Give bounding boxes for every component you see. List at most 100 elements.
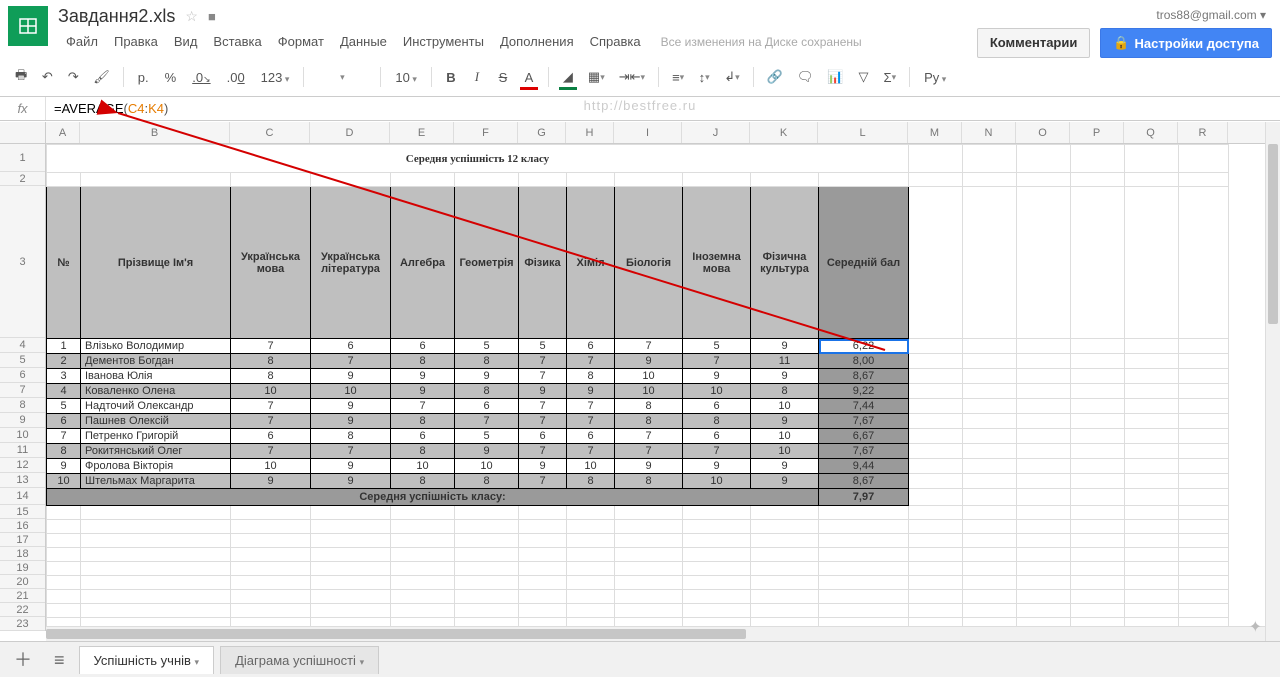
cell[interactable]: 6 bbox=[683, 399, 751, 414]
cell[interactable] bbox=[1125, 354, 1179, 369]
cell[interactable]: 6 bbox=[519, 429, 567, 444]
italic-button[interactable]: I bbox=[466, 65, 488, 89]
column-header[interactable]: A bbox=[46, 122, 80, 143]
cell[interactable] bbox=[1017, 414, 1071, 429]
cell[interactable] bbox=[909, 576, 963, 590]
cell[interactable] bbox=[81, 520, 231, 534]
cell[interactable] bbox=[1017, 562, 1071, 576]
cell[interactable]: 7 bbox=[519, 474, 567, 489]
cell[interactable] bbox=[519, 173, 567, 187]
cell[interactable]: 8 bbox=[615, 399, 683, 414]
cell[interactable] bbox=[311, 604, 391, 618]
cell[interactable] bbox=[963, 604, 1017, 618]
cell[interactable] bbox=[963, 384, 1017, 399]
cell[interactable]: 7 bbox=[567, 414, 615, 429]
cell[interactable] bbox=[231, 548, 311, 562]
cell[interactable] bbox=[81, 576, 231, 590]
row-header[interactable]: 19 bbox=[0, 561, 45, 575]
cell[interactable] bbox=[519, 520, 567, 534]
functions-button[interactable]: Σ bbox=[879, 66, 902, 89]
cell[interactable]: 7 bbox=[519, 444, 567, 459]
cell[interactable] bbox=[1125, 187, 1179, 339]
table-header-cell[interactable]: Алгебра bbox=[391, 187, 455, 339]
column-header[interactable]: M bbox=[908, 122, 962, 143]
cell[interactable] bbox=[1071, 534, 1125, 548]
cell[interactable] bbox=[567, 506, 615, 520]
cell[interactable] bbox=[1071, 429, 1125, 444]
cell[interactable] bbox=[819, 534, 909, 548]
link-button[interactable]: 🔗 bbox=[762, 65, 788, 89]
column-header[interactable]: N bbox=[962, 122, 1016, 143]
row-header[interactable]: 3 bbox=[0, 186, 45, 338]
cell[interactable] bbox=[455, 604, 519, 618]
cell[interactable] bbox=[683, 506, 751, 520]
cell[interactable] bbox=[1179, 384, 1229, 399]
cell[interactable] bbox=[963, 520, 1017, 534]
cell[interactable]: 9 bbox=[311, 399, 391, 414]
sheet-title-cell[interactable]: Середня успішність 12 класу bbox=[47, 145, 909, 173]
row-header[interactable]: 9 bbox=[0, 413, 45, 428]
cell[interactable] bbox=[751, 562, 819, 576]
cell[interactable] bbox=[311, 576, 391, 590]
cell[interactable] bbox=[47, 506, 81, 520]
table-header-cell[interactable]: Українська мова bbox=[231, 187, 311, 339]
cell[interactable] bbox=[909, 173, 963, 187]
cell[interactable] bbox=[1071, 548, 1125, 562]
star-icon[interactable]: ☆ bbox=[185, 8, 198, 25]
avg-cell[interactable]: 9,44 bbox=[819, 459, 909, 474]
cell[interactable] bbox=[391, 506, 455, 520]
cell[interactable] bbox=[1017, 339, 1071, 354]
cell[interactable] bbox=[963, 548, 1017, 562]
cell[interactable]: 10 bbox=[231, 459, 311, 474]
cell[interactable] bbox=[1179, 354, 1229, 369]
cell[interactable] bbox=[1179, 534, 1229, 548]
cell[interactable]: 8 bbox=[231, 354, 311, 369]
cell[interactable] bbox=[963, 187, 1017, 339]
cell[interactable] bbox=[751, 520, 819, 534]
explore-icon[interactable]: ✦ bbox=[1249, 617, 1262, 637]
cell[interactable]: 7 bbox=[231, 339, 311, 354]
cell[interactable] bbox=[1071, 384, 1125, 399]
cell[interactable] bbox=[819, 173, 909, 187]
cell[interactable] bbox=[231, 520, 311, 534]
cell[interactable] bbox=[567, 548, 615, 562]
avg-cell[interactable]: 6,67 bbox=[819, 429, 909, 444]
sheet-tab-active[interactable]: Успішність учнів bbox=[79, 646, 215, 674]
formula-input[interactable]: =AVERAGE(C4 : K4) bbox=[46, 97, 168, 120]
cell[interactable] bbox=[819, 576, 909, 590]
cell[interactable]: 9 bbox=[683, 369, 751, 384]
cell[interactable]: 5 bbox=[519, 339, 567, 354]
cell[interactable] bbox=[1179, 399, 1229, 414]
cell[interactable]: 8 bbox=[615, 414, 683, 429]
cell[interactable]: 10 bbox=[47, 474, 81, 489]
redo-icon[interactable]: ↷ bbox=[62, 65, 84, 89]
cell[interactable] bbox=[963, 444, 1017, 459]
percent-format-button[interactable]: % bbox=[159, 66, 183, 89]
cell[interactable]: 6 bbox=[567, 339, 615, 354]
cell[interactable] bbox=[1125, 474, 1179, 489]
cell[interactable] bbox=[519, 506, 567, 520]
decrease-decimal-button[interactable]: .0↘ bbox=[186, 66, 216, 89]
cell[interactable] bbox=[1017, 506, 1071, 520]
cell[interactable] bbox=[909, 506, 963, 520]
cell[interactable] bbox=[519, 562, 567, 576]
column-header[interactable]: F bbox=[454, 122, 518, 143]
cell[interactable] bbox=[519, 534, 567, 548]
avg-cell[interactable]: 8,00 bbox=[819, 354, 909, 369]
row-header[interactable]: 16 bbox=[0, 519, 45, 533]
spreadsheet-grid[interactable]: ABCDEFGHIJKLMNOPQR 123456789101112131415… bbox=[0, 122, 1280, 641]
all-sheets-button[interactable]: ≡ bbox=[46, 647, 73, 673]
cell[interactable]: 8 bbox=[231, 369, 311, 384]
cell[interactable]: 8 bbox=[455, 354, 519, 369]
cell[interactable] bbox=[819, 562, 909, 576]
print-icon[interactable]: 🖶 bbox=[10, 62, 32, 92]
font-size-dropdown[interactable]: 10 bbox=[389, 66, 423, 89]
cell[interactable]: 9 bbox=[311, 369, 391, 384]
cell[interactable]: 5 bbox=[683, 339, 751, 354]
cell[interactable] bbox=[455, 562, 519, 576]
menu-item-данные[interactable]: Данные bbox=[332, 31, 395, 52]
v-align-button[interactable]: ↕ bbox=[693, 66, 715, 89]
cell[interactable]: 8 bbox=[391, 414, 455, 429]
cell[interactable] bbox=[81, 173, 231, 187]
row-header[interactable]: 8 bbox=[0, 398, 45, 413]
